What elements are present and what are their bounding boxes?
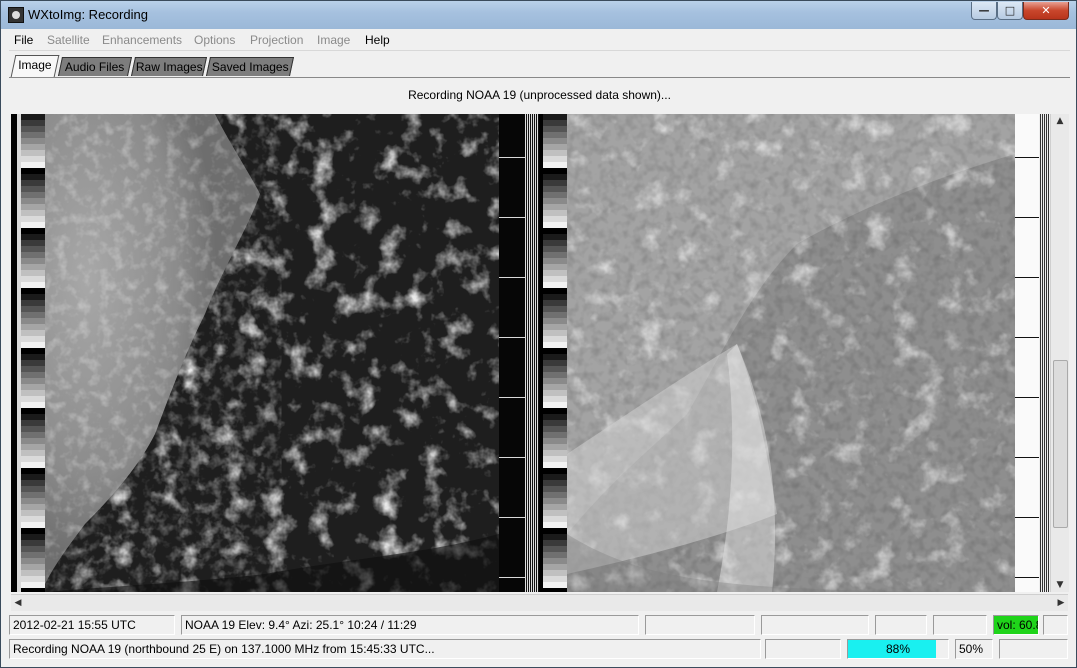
channel-b-image bbox=[567, 114, 1015, 592]
tab-raw-images[interactable]: Raw Images bbox=[130, 57, 208, 76]
volume-indicator: vol: 60.8 bbox=[993, 615, 1039, 635]
recording-status-heading: Recording NOAA 19 (unprocessed data show… bbox=[408, 88, 671, 102]
channel-b-telemetry-strip bbox=[539, 114, 567, 592]
space-band-tick bbox=[1015, 457, 1041, 458]
space-band-tick bbox=[499, 457, 525, 458]
menu-image[interactable]: Image bbox=[317, 33, 350, 47]
status-field-empty-3 bbox=[875, 615, 927, 635]
title-bar[interactable]: WXtoImg: Recording — □ ✕ bbox=[1, 1, 1076, 29]
tab-image-label: Image bbox=[18, 58, 52, 72]
space-band-tick bbox=[1015, 397, 1041, 398]
channel-a-telemetry-strip bbox=[17, 114, 45, 592]
channel-a-space-band bbox=[499, 114, 525, 592]
space-band-tick bbox=[499, 277, 525, 278]
space-band-tick bbox=[1015, 157, 1041, 158]
image-tab-panel: Recording NOAA 19 (unprocessed data show… bbox=[9, 77, 1070, 613]
tab-audio-files[interactable]: Audio Files bbox=[57, 57, 133, 76]
end-sync-band bbox=[1039, 114, 1049, 592]
space-band-tick bbox=[499, 337, 525, 338]
status-bar-bottom: Recording NOAA 19 (northbound 25 E) on 1… bbox=[9, 638, 1070, 660]
window-title: WXtoImg: Recording bbox=[28, 7, 148, 22]
maximize-icon: □ bbox=[1004, 4, 1016, 17]
menu-bar: File Satellite Enhancements Options Proj… bbox=[9, 31, 1070, 51]
space-band-tick bbox=[1015, 337, 1041, 338]
space-band-tick bbox=[499, 577, 525, 578]
space-band-tick bbox=[1015, 577, 1041, 578]
close-icon: ✕ bbox=[1041, 4, 1051, 17]
zoom-level: 50% bbox=[955, 639, 993, 659]
arrow-up-icon[interactable]: ▲ bbox=[1051, 114, 1069, 128]
arrow-down-icon[interactable]: ▼ bbox=[1051, 578, 1069, 592]
tab-image[interactable]: Image bbox=[10, 55, 60, 77]
recording-status-text: Recording NOAA 19 (northbound 25 E) on 1… bbox=[9, 639, 761, 659]
vertical-scroll-thumb[interactable] bbox=[1053, 360, 1068, 528]
close-button[interactable]: ✕ bbox=[1023, 2, 1069, 20]
status-field-empty-1 bbox=[645, 615, 755, 635]
minimize-button[interactable]: — bbox=[971, 2, 997, 20]
tab-audio-files-label: Audio Files bbox=[65, 60, 125, 74]
status-field-empty-6 bbox=[765, 639, 841, 659]
space-band-tick bbox=[499, 157, 525, 158]
menu-file[interactable]: File bbox=[14, 33, 33, 47]
menu-options[interactable]: Options bbox=[194, 33, 235, 47]
arrow-left-icon[interactable]: ◀ bbox=[11, 595, 25, 611]
channel-b-sync-band bbox=[525, 114, 539, 592]
menu-projection[interactable]: Projection bbox=[250, 33, 303, 47]
vertical-scrollbar[interactable]: ▲ ▼ bbox=[1050, 114, 1069, 592]
maximize-button[interactable]: □ bbox=[997, 2, 1023, 20]
pass-info-field: NOAA 19 Elev: 9.4° Azi: 25.1° 10:24 / 11… bbox=[181, 615, 639, 635]
tab-saved-images[interactable]: Saved Images bbox=[205, 57, 295, 76]
app-window: WXtoImg: Recording — □ ✕ File Satellite … bbox=[0, 0, 1077, 668]
tab-strip: Image Audio Files Raw Images Saved Image… bbox=[9, 53, 1070, 77]
menu-enhancements[interactable]: Enhancements bbox=[102, 33, 182, 47]
datetime-field: 2012-02-21 15:55 UTC bbox=[9, 615, 175, 635]
apt-image-viewer[interactable] bbox=[11, 114, 1049, 592]
minimize-icon: — bbox=[978, 4, 990, 17]
space-band-tick bbox=[499, 217, 525, 218]
tab-saved-images-label: Saved Images bbox=[211, 60, 289, 74]
status-field-empty-2 bbox=[761, 615, 869, 635]
status-field-empty-4 bbox=[933, 615, 987, 635]
horizontal-scrollbar[interactable]: ◀ ▶ bbox=[11, 594, 1068, 611]
status-field-empty-7 bbox=[999, 639, 1068, 659]
wxtoimg-icon[interactable] bbox=[8, 7, 24, 23]
menu-help[interactable]: Help bbox=[365, 33, 390, 47]
space-band-tick bbox=[1015, 277, 1041, 278]
tab-raw-images-label: Raw Images bbox=[135, 60, 203, 74]
space-band-tick bbox=[1015, 217, 1041, 218]
space-band-tick bbox=[1015, 517, 1041, 518]
arrow-right-icon[interactable]: ▶ bbox=[1054, 595, 1068, 611]
progress-label: 88% bbox=[885, 642, 911, 656]
space-band-tick bbox=[499, 517, 525, 518]
menu-satellite[interactable]: Satellite bbox=[47, 33, 90, 47]
channel-b-space-band bbox=[1015, 114, 1041, 592]
status-bar-top: 2012-02-21 15:55 UTC NOAA 19 Elev: 9.4° … bbox=[9, 614, 1070, 636]
channel-a-image bbox=[45, 114, 499, 592]
space-band-tick bbox=[499, 397, 525, 398]
recording-progress-bar: 88% bbox=[847, 639, 949, 659]
status-field-empty-5 bbox=[1043, 615, 1068, 635]
